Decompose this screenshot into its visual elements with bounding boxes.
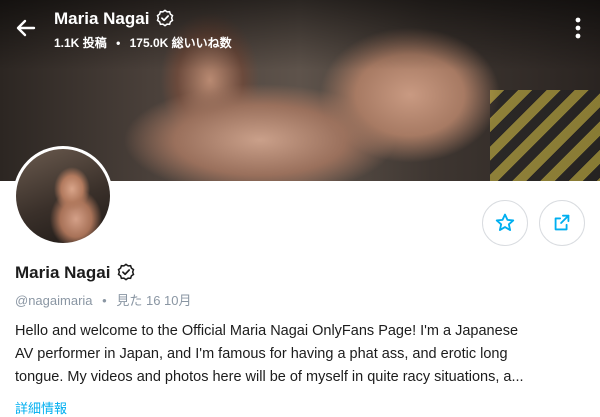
last-seen-value: 16 10月	[145, 293, 192, 308]
profile-handle: @nagaimaria	[15, 293, 93, 308]
stats-separator: •	[116, 36, 121, 50]
top-bar: Maria Nagai 1.1K 投稿 • 175.0K 総いいね数	[0, 0, 600, 60]
share-icon	[554, 214, 570, 231]
more-vertical-icon	[575, 17, 581, 39]
avatar[interactable]	[13, 146, 113, 246]
likes-label: 総いいね数	[171, 36, 232, 50]
profile-name: Maria Nagai	[15, 263, 111, 282]
bio-line: Hello and welcome to the Official Maria …	[15, 323, 519, 339]
avatar-image	[16, 149, 110, 243]
star-icon	[495, 213, 515, 231]
handle-separator: •	[102, 293, 107, 308]
bio-line: tongue. My videos and photos here will b…	[15, 369, 524, 385]
posts-count: 1.1K	[54, 36, 80, 50]
profile-bio: Hello and welcome to the Official Maria …	[15, 320, 589, 389]
more-options-button[interactable]	[566, 14, 590, 42]
favorite-button[interactable]	[482, 200, 528, 246]
header-stats: 1.1K 投稿 • 175.0K 総いいね数	[54, 34, 232, 51]
cover-decoration	[490, 90, 600, 181]
verified-badge-icon	[156, 9, 174, 27]
arrow-left-icon	[16, 19, 36, 37]
header-title: Maria Nagai	[54, 9, 174, 29]
bio-line: AV performer in Japan, and I'm famous fo…	[15, 346, 508, 362]
handle-row: @nagaimaria • 見た 16 10月	[15, 290, 192, 309]
last-seen-label: 見た	[116, 293, 143, 308]
likes-count: 175.0K	[129, 36, 169, 50]
profile-name-row: Maria Nagai	[15, 263, 135, 283]
posts-label: 投稿	[82, 36, 107, 50]
back-button[interactable]	[12, 14, 40, 42]
verified-badge-icon	[117, 263, 135, 281]
header-name: Maria Nagai	[54, 9, 150, 28]
more-info-link[interactable]: 詳細情報	[15, 398, 67, 417]
share-button[interactable]	[539, 200, 585, 246]
